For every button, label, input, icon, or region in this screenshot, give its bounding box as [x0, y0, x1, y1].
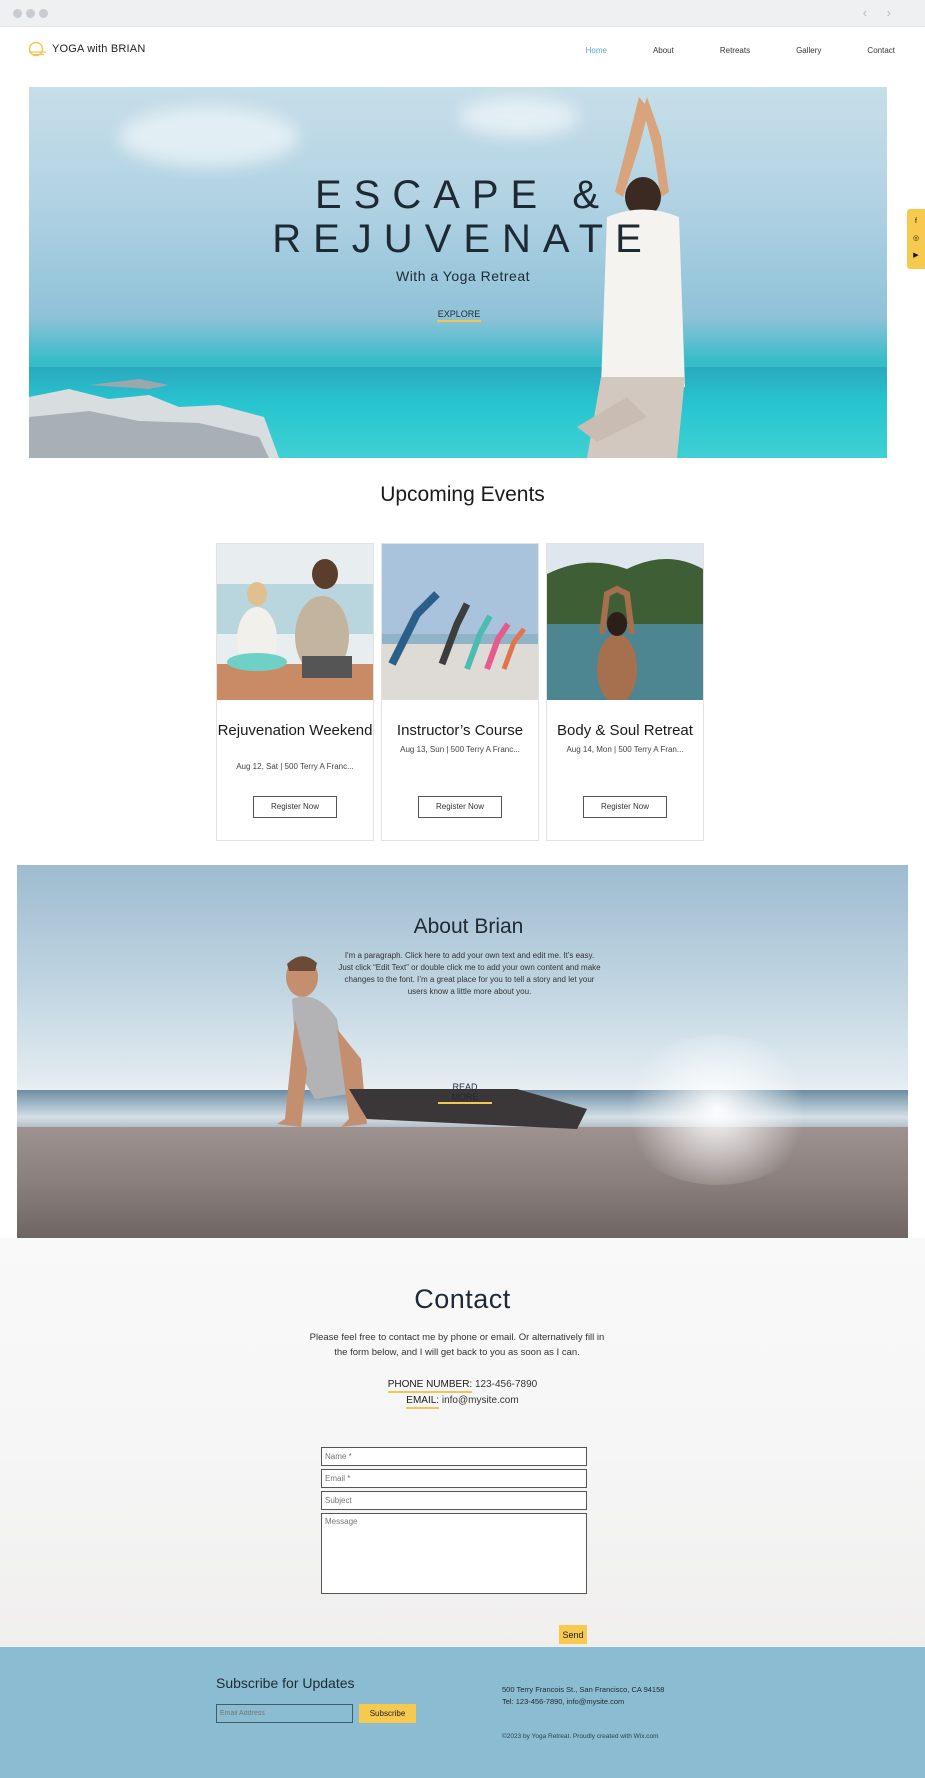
message-field[interactable] [321, 1513, 587, 1594]
event-name: Instructor’s Course [396, 722, 524, 739]
youtube-icon[interactable]: ▶ [913, 252, 918, 260]
window-dot-icon [13, 9, 22, 18]
instagram-icon[interactable]: ◎ [913, 235, 919, 243]
main-nav: Home About Retreats Gallery Contact [540, 46, 895, 55]
event-name: Rejuvenation Weekend [217, 722, 373, 739]
logo-text: YOGA with BRIAN [52, 43, 146, 55]
about-sun-glare [617, 1035, 817, 1185]
register-button[interactable]: Register Now [418, 796, 502, 818]
window-dot-icon [26, 9, 35, 18]
phone-label: PHONE NUMBER: [387, 1379, 473, 1393]
hero-banner: ESCAPE & REJUVENATE With a Yoga Retreat … [29, 87, 887, 458]
browser-nav-arrows[interactable]: ‹ › [863, 5, 899, 20]
nav-item-retreats[interactable]: Retreats [720, 46, 750, 55]
event-image [547, 544, 703, 700]
hero-title-line2: REJUVENATE [272, 217, 654, 261]
email-field[interactable] [321, 1469, 587, 1488]
about-section: About Brian I'm a paragraph. Click here … [17, 865, 908, 1238]
facebook-icon[interactable]: f [915, 218, 917, 226]
phone-line: PHONE NUMBER: 123-456-7890 [0, 1379, 925, 1393]
nav-item-about[interactable]: About [653, 46, 674, 55]
event-card: Rejuvenation Weekend Aug 12, Sat | 500 T… [216, 543, 374, 841]
email-value[interactable]: info@mysite.com [442, 1395, 519, 1406]
event-image [217, 544, 373, 700]
footer-contact: Tel: 123-456-7890, info@mysite.com [502, 1697, 625, 1706]
register-button[interactable]: Register Now [253, 796, 337, 818]
register-button[interactable]: Register Now [583, 796, 667, 818]
explore-button[interactable]: EXPLORE [437, 309, 481, 322]
hero-title: ESCAPE & REJUVENATE [29, 173, 887, 261]
social-bar: f ◎ ▶ [907, 209, 925, 269]
about-title: About Brian [413, 915, 524, 938]
event-card: Body & Soul Retreat Aug 14, Mon | 500 Te… [546, 543, 704, 841]
event-card: Instructor’s Course Aug 13, Sun | 500 Te… [381, 543, 539, 841]
logo-icon [27, 41, 47, 57]
contact-title: Contact [414, 1284, 511, 1314]
hero-subtitle: With a Yoga Retreat [395, 268, 531, 284]
nav-item-home[interactable]: Home [586, 46, 607, 55]
footer: Subscribe for Updates Subscribe 500 Terr… [0, 1647, 925, 1778]
about-text: I'm a paragraph. Click here to add your … [338, 951, 601, 996]
event-meta: Aug 12, Sat | 500 Terry A Franc... [236, 762, 354, 771]
cloud [119, 107, 299, 167]
send-button[interactable]: Send [559, 1625, 587, 1644]
event-name: Body & Soul Retreat [557, 722, 693, 739]
event-meta: Aug 13, Sun | 500 Terry A Franc... [400, 745, 520, 754]
subscribe-title: Subscribe for Updates [216, 1675, 355, 1691]
nav-item-gallery[interactable]: Gallery [796, 46, 821, 55]
window-dot-icon [39, 9, 48, 18]
subject-field[interactable] [321, 1491, 587, 1510]
subscribe-email-input[interactable] [216, 1704, 353, 1723]
email-label: EMAIL: [406, 1395, 440, 1409]
page: YOGA with BRIAN Home About Retreats Gall… [0, 27, 925, 1778]
contact-text: Please feel free to contact me by phone … [309, 1332, 605, 1358]
nav-item-contact[interactable]: Contact [867, 46, 895, 55]
subscribe-button[interactable]: Subscribe [359, 1704, 416, 1723]
events-title: Upcoming Events [380, 483, 545, 506]
hero-rocks [29, 379, 279, 458]
site-logo[interactable]: YOGA with BRIAN [27, 41, 145, 57]
hero-title-line1: ESCAPE & [314, 173, 612, 217]
read-more-button[interactable]: READ MORE [438, 1082, 492, 1104]
contact-section: Contact Please feel free to contact me b… [0, 1238, 925, 1647]
phone-value: 123-456-7890 [474, 1379, 538, 1390]
name-field[interactable] [321, 1447, 587, 1466]
browser-chrome: ‹ › [0, 0, 925, 27]
event-meta: Aug 14, Mon | 500 Terry A Fran... [566, 745, 684, 754]
footer-copyright: ©2023 by Yoga Retreat. Proudly created w… [502, 1733, 659, 1740]
event-image [382, 544, 538, 700]
email-line: EMAIL: info@mysite.com [0, 1395, 925, 1409]
footer-address: 500 Terry Francois St., San Francisco, C… [502, 1685, 665, 1694]
